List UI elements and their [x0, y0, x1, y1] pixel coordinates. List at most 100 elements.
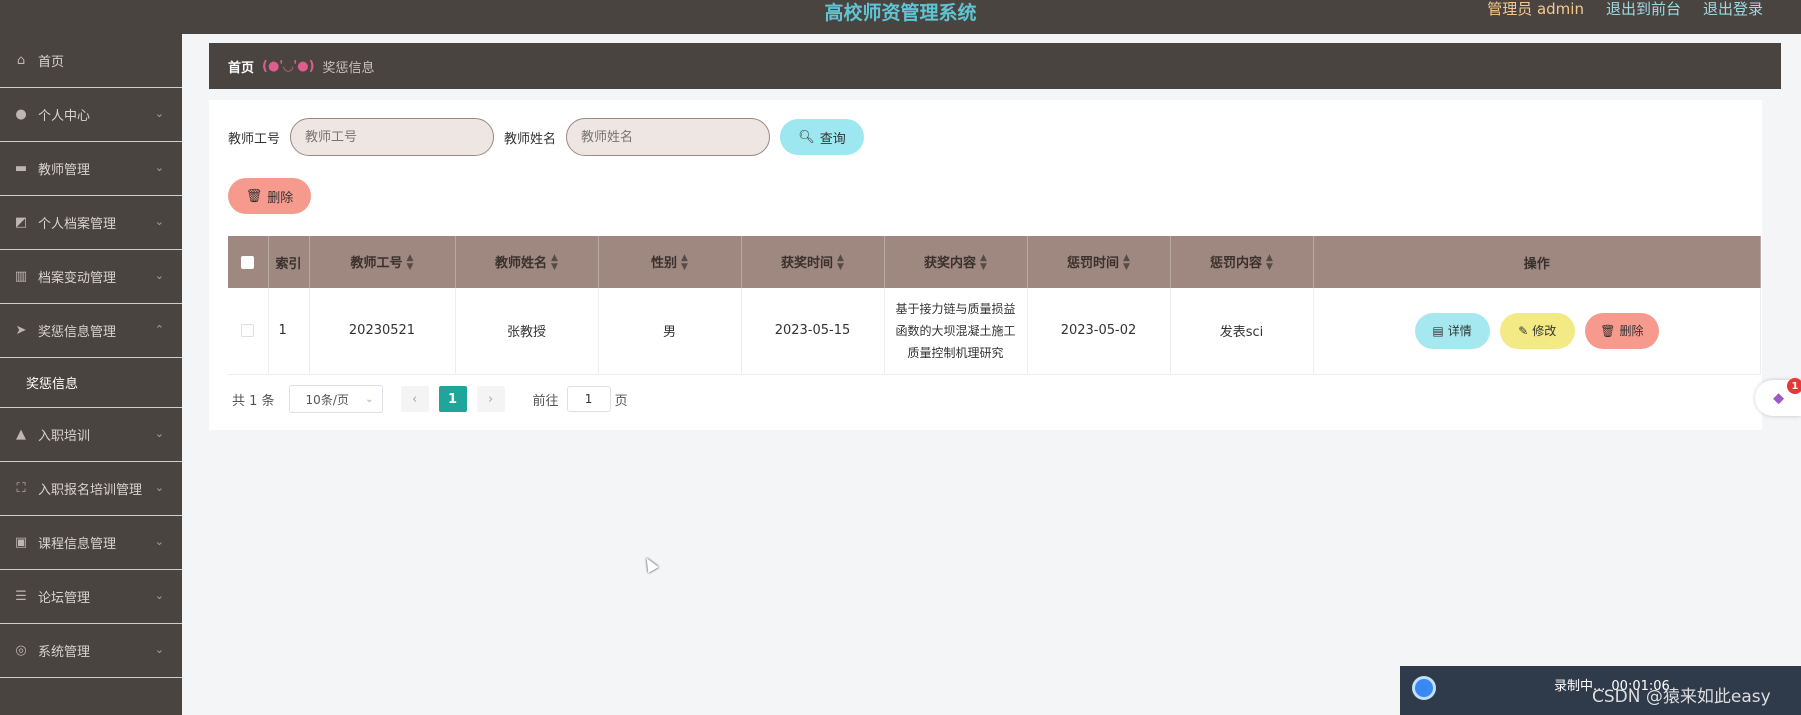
col-index: 索引 [268, 236, 310, 288]
page-number-button[interactable]: 1 [438, 386, 467, 412]
sidebar-item-label: 系统管理 [38, 645, 91, 660]
floating-helper-widget[interactable]: ⬥ 1 [1755, 378, 1801, 416]
select-all-checkbox[interactable] [241, 255, 255, 269]
sidebar-item-training-registration[interactable]: ⛶ 入职报名培训管理 ⌄ [0, 462, 182, 516]
sort-icon[interactable]: ▲ ▼ [1123, 254, 1130, 272]
page-size-select[interactable]: 10条/页 ⌄ [288, 385, 383, 413]
chevron-down-icon: ⌄ [154, 107, 164, 120]
col-award-time[interactable]: 获奖时间 ▲ ▼ [741, 236, 885, 288]
cell-index: 1 [268, 288, 310, 375]
sidebar-item-system[interactable]: ◎ 系统管理 ⌄ [0, 624, 182, 678]
sort-icon[interactable]: ▲ ▼ [837, 254, 844, 272]
col-award-time-label: 获奖时间 [781, 255, 834, 271]
bar-chart-icon: ▥ [14, 269, 28, 284]
pagination: 共 1 条 10条/页 ⌄ ‹ 1 › 前往 页 [232, 385, 628, 413]
cell-penalty-content: 发表sci [1170, 288, 1314, 375]
row-delete-button[interactable]: 🗑︎ 删除 [1584, 312, 1659, 349]
camera-icon[interactable] [1412, 676, 1436, 700]
breadcrumb-home[interactable]: 首页 [228, 57, 254, 76]
table-header-row: 索引 教师工号 ▲ ▼ 教师姓名 ▲ ▼ 性别 ▲ ▼ 获奖时间 ▲ ▼ 获奖内容 ▲ ▼ 惩罚时间… [228, 236, 1761, 288]
query-button[interactable]: 🔍︎ 查询 [780, 119, 865, 155]
briefcase-icon: ▬ [14, 161, 28, 176]
col-gender[interactable]: 性别 ▲ ▼ [598, 236, 742, 288]
col-teacher-no-label: 教师工号 [350, 255, 403, 271]
batch-delete-label: 删除 [267, 190, 294, 206]
breadcrumb: 首页 (●'◡'●) 奖惩信息 [209, 43, 1781, 89]
award-line: 函数的大坝混凝土施工 [895, 323, 1016, 338]
chevron-down-icon: ⌄ [154, 427, 164, 440]
edit-button-label: 修改 [1532, 324, 1557, 339]
col-gender-label: 性别 [651, 255, 678, 271]
chart-icon: ◩ [14, 215, 28, 230]
detail-button-label: 详情 [1447, 324, 1472, 339]
teacher-no-input[interactable] [290, 118, 495, 156]
mouse-cursor-icon [641, 554, 659, 574]
chevron-left-icon: ‹ [411, 391, 418, 407]
sidebar-item-course-info[interactable]: ▣ 课程信息管理 ⌄ [0, 516, 182, 570]
col-actions: 操作 [1313, 236, 1761, 288]
search-icon: 🔍︎ [798, 129, 815, 145]
back-to-front-link[interactable]: 退出到前台 [1606, 0, 1681, 19]
sidebar-item-reward-punishment[interactable]: ➤ 奖惩信息管理 ⌃ [0, 304, 182, 358]
col-penalty-content[interactable]: 惩罚内容 ▲ ▼ [1170, 236, 1314, 288]
col-teacher-name[interactable]: 教师姓名 ▲ ▼ [455, 236, 599, 288]
col-actions-label: 操作 [1523, 256, 1550, 272]
sort-icon[interactable]: ▲ ▼ [551, 254, 558, 272]
sort-icon[interactable]: ▲ ▼ [1266, 254, 1273, 272]
page-suffix: 页 [614, 393, 628, 409]
pencil-icon: ✎ [1518, 323, 1529, 338]
sidebar-item-label: 教师管理 [38, 163, 91, 178]
col-index-label: 索引 [275, 256, 302, 272]
col-teacher-name-label: 教师姓名 [495, 255, 548, 271]
chevron-down-icon: ⌄ [154, 481, 164, 494]
sort-icon[interactable]: ▲ ▼ [407, 254, 414, 272]
sidebar-item-onboarding-training[interactable]: ▲ 入职培训 ⌄ [0, 408, 182, 462]
chevron-right-icon: › [487, 391, 494, 407]
sidebar-item-archive-change[interactable]: ▥ 档案变动管理 ⌄ [0, 250, 182, 304]
col-penalty-content-label: 惩罚内容 [1210, 255, 1263, 271]
home-icon: ⌂ [16, 53, 26, 68]
award-line: 质量控制机理研究 [907, 345, 1004, 360]
edit-button[interactable]: ✎ 修改 [1499, 312, 1575, 349]
pagination-total: 共 1 条 [232, 393, 275, 409]
document-icon: ▤ [1432, 323, 1444, 338]
teacher-no-label: 教师工号 [228, 131, 281, 147]
user-icon: ● [15, 107, 27, 122]
page-size-value: 10条/页 [305, 392, 349, 407]
sidebar-subitem-reward-info[interactable]: 奖惩信息 [0, 358, 182, 408]
logout-link[interactable]: 退出登录 [1703, 0, 1763, 19]
current-user: 管理员 admin [1487, 0, 1584, 18]
fullscreen-icon: ⛶ [16, 481, 26, 496]
batch-delete-button[interactable]: 🗑︎ 删除 [228, 178, 311, 214]
teacher-name-label: 教师姓名 [504, 131, 557, 147]
sidebar-item-label: 课程信息管理 [38, 537, 117, 552]
col-penalty-time[interactable]: 惩罚时间 ▲ ▼ [1027, 236, 1171, 288]
sidebar-item-forum[interactable]: ☰ 论坛管理 ⌄ [0, 570, 182, 624]
sidebar-item-label: 档案变动管理 [38, 271, 117, 286]
search-bar: 教师工号 教师姓名 🔍︎ 查询 [228, 118, 865, 156]
chevron-down-icon: ⌄ [154, 161, 164, 174]
header-links: 管理员 admin 退出到前台 退出登录 [1487, 0, 1763, 19]
cell-teacher-no: 20230521 [309, 288, 456, 375]
thumb-icon: ▲ [16, 427, 26, 442]
col-teacher-no[interactable]: 教师工号 ▲ ▼ [309, 236, 456, 288]
teacher-name-input[interactable] [566, 118, 771, 156]
sidebar-item-personal-center[interactable]: ● 个人中心 ⌄ [0, 88, 182, 142]
sidebar-item-teacher-management[interactable]: ▬ 教师管理 ⌄ [0, 142, 182, 196]
sidebar-item-label: 奖惩信息管理 [38, 325, 117, 340]
sidebar-item-label: 论坛管理 [38, 591, 91, 606]
col-award-content[interactable]: 获奖内容 ▲ ▼ [884, 236, 1028, 288]
sort-icon[interactable]: ▲ ▼ [980, 254, 987, 272]
cell-teacher-name: 张教授 [455, 288, 599, 375]
notification-badge: 1 [1787, 378, 1801, 394]
chevron-down-icon: ⌄ [365, 393, 374, 405]
table-row: 1 20230521 张教授 男 2023-05-15 基于接力链与质量损益 函… [228, 288, 1761, 375]
detail-button[interactable]: ▤ 详情 [1414, 312, 1490, 349]
prev-page-button[interactable]: ‹ [400, 386, 429, 412]
row-checkbox[interactable] [241, 324, 255, 338]
sidebar-item-home[interactable]: ⌂ 首页 [0, 34, 182, 88]
goto-page-input[interactable] [566, 386, 611, 412]
next-page-button[interactable]: › [476, 386, 505, 412]
sidebar-item-personal-archive[interactable]: ◩ 个人档案管理 ⌄ [0, 196, 182, 250]
sort-icon[interactable]: ▲ ▼ [681, 254, 688, 272]
